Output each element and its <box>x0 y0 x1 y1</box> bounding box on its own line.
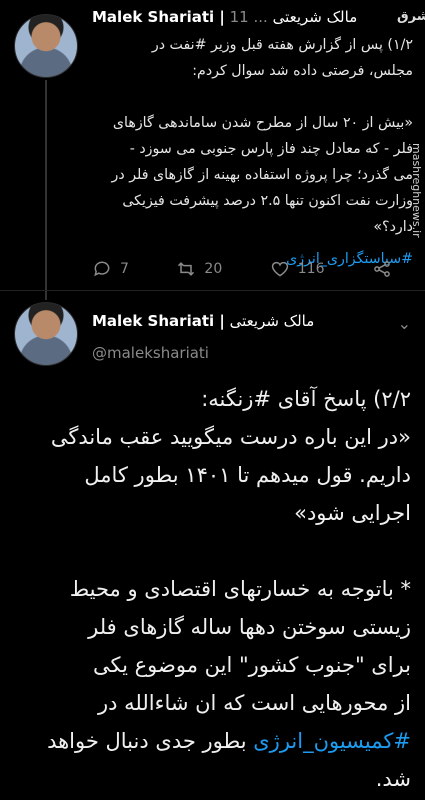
reply-button[interactable]: 7 <box>92 259 129 279</box>
tweet-1[interactable]: Malek Shariati | مالک شریعتی ... 11 ۱/۲)… <box>0 0 425 300</box>
hashtag-link[interactable]: #کمیسیون_انرژی <box>253 729 411 753</box>
text-line: شد. <box>375 767 411 791</box>
tweet-1-text: ۱/۲) پس از گزارش هفته قبل وزیر #نفت در م… <box>90 32 413 272</box>
like-count: 116 <box>297 261 325 277</box>
share-icon <box>374 261 390 277</box>
tweet-1-header: Malek Shariati | مالک شریعتی ... 11 <box>92 8 415 32</box>
text-line: «بیش از ۲۰ سال از مطرح شدن ساماندهی گازه… <box>112 115 413 131</box>
text-line: برای "جنوب کشور" این موضوع یکی <box>93 653 411 677</box>
text-line: «در این باره درست میگویید عقب ماندگی <box>50 425 411 449</box>
retweet-count: 20 <box>204 261 223 277</box>
retweet-icon <box>178 262 195 276</box>
text-line: ۱/۲) پس از گزارش هفته قبل وزیر #نفت در <box>151 37 413 53</box>
text-line: ۲/۲) پاسخ آقای #زنگنه: <box>201 387 411 411</box>
text-line: می گذرد؛ چرا پروژه استفاده بهینه از گازه… <box>111 167 413 183</box>
tweet-1-actions: 7 20 116 <box>92 258 392 280</box>
thread-line <box>45 80 47 300</box>
text-line: اجرایی شود» <box>294 501 411 525</box>
text-line <box>90 84 413 110</box>
watermark-logo: مشرق <box>397 9 425 24</box>
heart-icon <box>271 261 288 277</box>
author-name-fa[interactable]: مالک شریعتی <box>273 8 358 26</box>
tweet-2-author[interactable]: Malek Shariati | مالک شریعتی <box>92 312 314 330</box>
text-line: دارد؟» <box>373 219 413 235</box>
text-line: زیستی سوختن دهها ساله گازهای فلر <box>88 615 411 639</box>
reply-icon <box>94 261 110 277</box>
text-line: فلر - که معادل چند فاز پارس جنوبی می سوز… <box>129 141 413 157</box>
text-line: * باتوجه به خسارتهای اقتصادی و محیط <box>69 577 411 601</box>
author-name-fa: مالک شریعتی <box>229 312 315 330</box>
text-line: داریم. قول میدهم تا ۱۴۰۱ بطور کامل <box>84 463 411 487</box>
divider <box>0 290 425 291</box>
text-line: از محورهایی است که ان شاءالله در <box>97 691 411 715</box>
reply-count: 7 <box>120 261 129 277</box>
avatar[interactable] <box>14 302 78 366</box>
watermark-site: mashreghnews.ir <box>410 142 423 238</box>
text-line: مجلس، فرصتی داده شد سوال کردم: <box>192 63 413 79</box>
like-button[interactable]: 116 <box>270 259 325 279</box>
tweet-meta: ... 11 <box>229 8 268 26</box>
retweet-button[interactable]: 20 <box>176 259 222 279</box>
author-name[interactable]: Malek Shariati | <box>92 8 225 26</box>
text-line: #کمیسیون_انرژی بطور جدی دنبال خواهد <box>47 729 411 753</box>
share-button[interactable] <box>372 259 392 279</box>
text-line: وزارت نفت اکنون تنها ۲.۵ درصد پیشرفت فیز… <box>122 193 413 209</box>
author-handle[interactable]: @malekshariati <box>92 344 209 362</box>
author-name: Malek Shariati | <box>92 312 225 330</box>
tweet-2-text: ۲/۲) پاسخ آقای #زنگنه: «در این باره درست… <box>10 380 411 798</box>
avatar[interactable] <box>14 14 78 78</box>
